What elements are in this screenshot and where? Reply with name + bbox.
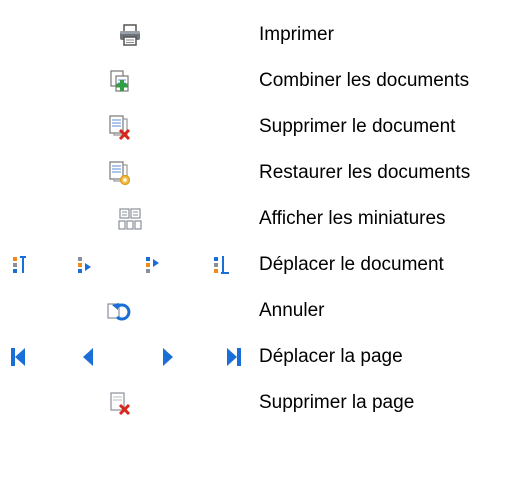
printer-icon [120, 24, 140, 46]
legend-row-delete-page: Supprimer la page [0, 380, 512, 426]
legend-label-delete-page: Supprimer la page [259, 392, 415, 413]
delete-page-icon [110, 392, 131, 416]
restore-documents-icon [109, 161, 131, 186]
next-page-icon [163, 348, 173, 366]
undo-icon [107, 303, 131, 321]
legend-label-undo: Annuler [259, 300, 325, 321]
legend-label-restore: Restaurer les documents [259, 162, 471, 183]
combine-documents-icon [110, 70, 129, 92]
legend-row-restore: Restaurer les documents [0, 150, 512, 196]
legend-row-print: Imprimer [0, 12, 512, 58]
first-page-icon [11, 348, 25, 366]
delete-document-icon [109, 115, 131, 141]
previous-page-icon [83, 348, 93, 366]
legend-label-combine: Combiner les documents [259, 70, 470, 91]
move-document-first-icon [13, 256, 26, 273]
legend-row-move-page: Déplacer la page [0, 334, 512, 380]
legend-row-thumbnails: Afficher les miniatures [0, 196, 512, 242]
move-document-prev-icon [78, 257, 91, 273]
legend-row-undo: Annuler [0, 288, 512, 334]
legend-label-move-page: Déplacer la page [259, 346, 403, 367]
legend-row-move-document: Déplacer le document [0, 242, 512, 288]
legend-label-move-document: Déplacer le document [259, 254, 444, 275]
legend-label-delete-document: Supprimer le document [259, 116, 456, 137]
legend-label-thumbnails: Afficher les miniatures [259, 208, 446, 229]
move-document-next-icon [146, 257, 159, 273]
legend-label-print: Imprimer [259, 24, 334, 45]
legend-row-delete-document: Supprimer le document [0, 104, 512, 150]
legend-row-combine: Combiner les documents [0, 58, 512, 104]
thumbnails-icon [118, 208, 142, 230]
move-document-last-icon [214, 256, 229, 274]
last-page-icon [227, 348, 241, 366]
